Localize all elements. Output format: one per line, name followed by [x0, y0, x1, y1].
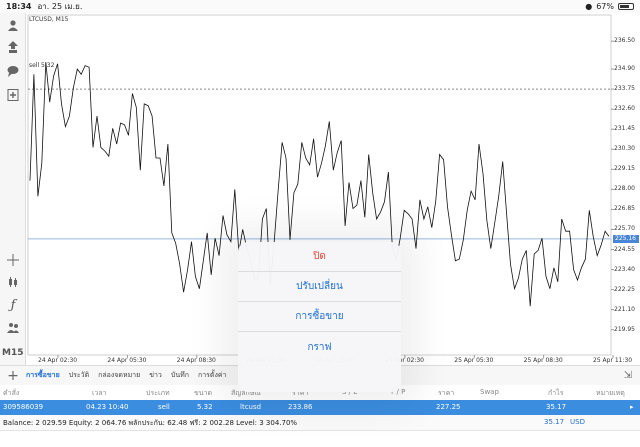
y-tick-label: 225.70 — [614, 225, 635, 233]
status-time: 18:34 — [6, 2, 32, 11]
col-profit: กำไร — [548, 389, 564, 397]
row-price-now: 227.25 — [436, 403, 461, 411]
col-comment: หมายเหตุ — [596, 389, 625, 397]
tab-trade[interactable]: การซื้อขาย — [26, 370, 60, 381]
crosshair-icon[interactable] — [3, 251, 23, 269]
y-tick-label: 233.75 — [614, 85, 635, 93]
y-tick-label: 221.10 — [614, 305, 635, 313]
x-tick-label: 24 Apr 08:30 — [176, 357, 216, 364]
status-bar: 18:34 อา. 25 เม.ย. ● 67% — [0, 0, 640, 13]
y-tick-label: 234.90 — [614, 65, 635, 73]
timeframe-label[interactable]: M15 — [2, 348, 23, 358]
y-tick-label: 232.60 — [614, 105, 635, 113]
tab-mailbox[interactable]: กล่องจดหมาย — [98, 370, 140, 381]
modify-order-button[interactable]: ปรับเปลี่ยน — [238, 272, 401, 302]
order-action-sheet: ปิด ปรับเปลี่ยน การซื้อขาย กราฟ — [238, 242, 401, 392]
x-tick-label: 25 Apr 05:30 — [454, 357, 494, 364]
balance-text: Balance: 2 029.59 Equity: 2 064.76 พลักป… — [3, 419, 298, 427]
y-tick-label: 231.45 — [614, 125, 635, 133]
account-icon[interactable] — [3, 16, 23, 34]
col-swap: Swap — [480, 388, 499, 396]
row-time: 04.23 10:40 — [86, 403, 129, 411]
wifi-icon: ● — [585, 2, 593, 11]
candles-icon[interactable] — [3, 273, 23, 291]
row-price: 233.86 — [288, 403, 313, 411]
tab-journal[interactable]: บันทึก — [171, 370, 189, 381]
chart-toolbar: ƒ M15 — [0, 13, 26, 365]
x-tick-label: 25 Apr 11:30 — [593, 357, 633, 364]
y-tick-label: 224.55 — [614, 245, 635, 253]
indicators-icon[interactable]: ƒ — [3, 296, 23, 314]
status-date: อา. 25 เม.ย. — [37, 2, 83, 11]
row-profit: 35.17 — [546, 403, 567, 411]
total-profit: 35.17 — [544, 418, 565, 426]
col-time: เวลา — [92, 389, 107, 397]
col-order: คำสั่ง — [3, 389, 20, 397]
y-tick-label: 230.30 — [614, 145, 635, 153]
y-tick-label: 223.40 — [614, 265, 635, 273]
status-right: ● 67% — [585, 2, 634, 11]
row-order: 309586039 — [3, 403, 44, 411]
chart-symbol-label: LTCUSD, M15 — [29, 16, 69, 23]
objects-icon[interactable] — [3, 318, 23, 336]
expand-panel-icon[interactable]: ⇲ — [624, 370, 632, 381]
trade-up-down-icon[interactable] — [3, 38, 23, 56]
x-tick-label: 24 Apr 05:30 — [107, 357, 147, 364]
add-chart-icon[interactable] — [3, 86, 23, 104]
add-order-button[interactable]: + — [0, 368, 26, 384]
tab-history[interactable]: ประวัติ — [69, 370, 89, 381]
x-tick-label: 25 Apr 08:30 — [523, 357, 563, 364]
y-tick-label: 222.25 — [614, 285, 635, 293]
close-order-button[interactable]: ปิด — [238, 242, 401, 272]
row-size: 5.32 — [197, 403, 213, 411]
account-summary: Balance: 2 029.59 Equity: 2 064.76 พลักป… — [0, 415, 640, 431]
col-type: ประเภท — [146, 389, 170, 397]
y-tick-label: 236.50 — [614, 37, 635, 45]
battery-icon — [618, 3, 634, 10]
trade-button[interactable]: การซื้อขาย — [238, 302, 401, 332]
row-type: sell — [158, 403, 170, 411]
row-symbol: ltcusd — [240, 403, 262, 411]
profit-currency: USD — [570, 418, 585, 426]
y-tick-label: 226.85 — [614, 205, 635, 213]
y-tick-label: 228.00 — [614, 185, 635, 193]
chart-button[interactable]: กราฟ — [238, 332, 401, 362]
table-row[interactable]: 309586039 04.23 10:40 sell 5.32 ltcusd 2… — [0, 400, 640, 415]
tab-settings[interactable]: การตั้งค่า — [198, 370, 227, 381]
battery-percent: 67% — [596, 2, 614, 11]
y-tick-label: 219.95 — [614, 325, 635, 333]
x-tick-label: 24 Apr 02:30 — [38, 357, 78, 364]
col-price-now: ราคา — [438, 389, 455, 397]
sell-level-label: sell 5.32 — [29, 62, 55, 69]
y-tick-label: 229.15 — [614, 165, 635, 173]
row-close-handle[interactable]: ▸ — [630, 403, 634, 411]
chat-icon[interactable] — [3, 62, 23, 80]
tab-news[interactable]: ข่าว — [149, 370, 162, 381]
col-size: ขนาด — [194, 389, 213, 397]
bid-price-tag: 225.16 — [613, 234, 639, 243]
